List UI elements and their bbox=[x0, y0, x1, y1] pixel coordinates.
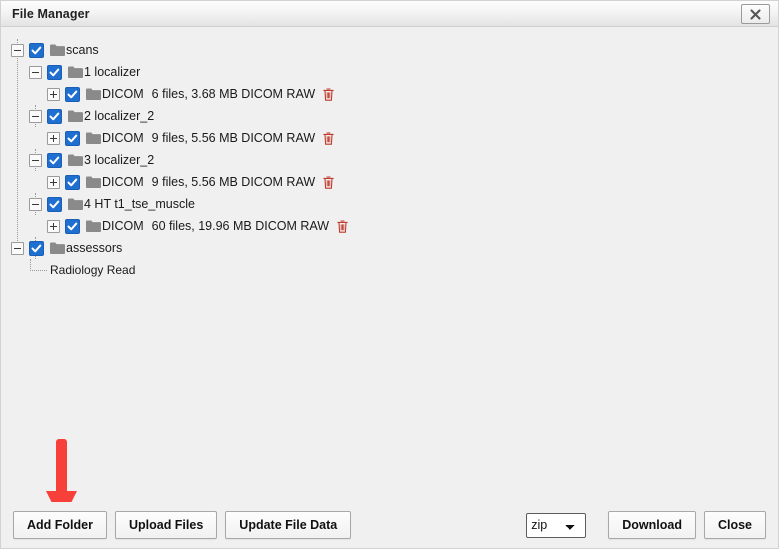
expander-collapse-icon[interactable] bbox=[29, 197, 42, 211]
expander-collapse-icon[interactable] bbox=[29, 65, 42, 79]
tree-row[interactable]: DICOM 60 files, 19.96 MB DICOM RAW bbox=[1, 215, 778, 237]
add-folder-button[interactable]: Add Folder bbox=[13, 510, 107, 540]
tree-row[interactable]: DICOM 9 files, 5.56 MB DICOM RAW bbox=[1, 171, 778, 193]
delete-icon[interactable] bbox=[323, 87, 334, 101]
footer-toolbar: Add Folder Upload Files Update File Data… bbox=[1, 502, 778, 548]
row-checkbox[interactable] bbox=[47, 64, 62, 80]
folder-icon bbox=[50, 44, 65, 56]
window-title: File Manager bbox=[12, 6, 90, 21]
tree-row[interactable]: DICOM 6 files, 3.68 MB DICOM RAW bbox=[1, 83, 778, 105]
row-checkbox[interactable] bbox=[65, 130, 80, 146]
folder-icon bbox=[68, 66, 83, 78]
folder-icon bbox=[68, 110, 83, 122]
tree-row-meta: 6 files, 3.68 MB DICOM RAW bbox=[151, 87, 316, 101]
folder-icon bbox=[68, 154, 83, 166]
tree-row-label: 2 localizer_2 bbox=[84, 109, 155, 123]
folder-icon bbox=[50, 242, 65, 254]
tree-row-label: scans bbox=[66, 43, 99, 57]
download-button[interactable]: Download bbox=[608, 510, 696, 540]
tree-leaf-label: Radiology Read bbox=[50, 263, 136, 277]
tree-row-label: DICOM bbox=[102, 175, 144, 189]
tree-row[interactable]: assessors bbox=[1, 237, 778, 259]
file-tree: scans 1 localizer DICOM 6 files, 3.68 MB… bbox=[1, 39, 778, 281]
expander-collapse-icon[interactable] bbox=[29, 109, 42, 123]
folder-icon bbox=[86, 88, 101, 100]
tree-row[interactable]: 2 localizer_2 bbox=[1, 105, 778, 127]
close-button[interactable]: Close bbox=[703, 510, 766, 540]
tree-row-label: 1 localizer bbox=[84, 65, 141, 79]
row-checkbox[interactable] bbox=[47, 196, 62, 212]
expander-expand-icon[interactable] bbox=[47, 175, 60, 189]
row-checkbox[interactable] bbox=[65, 174, 80, 190]
tree-row[interactable]: 4 HT t1_tse_muscle bbox=[1, 193, 778, 215]
expander-collapse-icon[interactable] bbox=[11, 43, 24, 57]
window-close-button[interactable] bbox=[741, 4, 770, 24]
tree-leaf-connector bbox=[30, 259, 47, 271]
delete-icon[interactable] bbox=[337, 219, 348, 233]
update-file-data-button[interactable]: Update File Data bbox=[225, 510, 352, 540]
archive-format-select[interactable]: zip bbox=[526, 512, 587, 538]
expander-collapse-icon[interactable] bbox=[11, 241, 24, 255]
tree-row-label: DICOM bbox=[102, 219, 144, 233]
folder-icon bbox=[68, 198, 83, 210]
tree-row[interactable]: 1 localizer bbox=[1, 61, 778, 83]
folder-icon bbox=[86, 176, 101, 188]
expander-expand-icon[interactable] bbox=[47, 219, 60, 233]
expander-expand-icon[interactable] bbox=[47, 131, 60, 145]
tree-row-meta: 9 files, 5.56 MB DICOM RAW bbox=[151, 175, 316, 189]
tree-row[interactable]: scans bbox=[1, 39, 778, 61]
row-checkbox[interactable] bbox=[47, 152, 62, 168]
folder-icon bbox=[86, 220, 101, 232]
row-checkbox[interactable] bbox=[29, 42, 44, 58]
tree-row-meta: 60 files, 19.96 MB DICOM RAW bbox=[151, 219, 330, 233]
tree-row-label: 3 localizer_2 bbox=[84, 153, 155, 167]
tree-row-label: 4 HT t1_tse_muscle bbox=[84, 197, 195, 211]
expander-expand-icon[interactable] bbox=[47, 87, 60, 101]
delete-icon[interactable] bbox=[323, 131, 334, 145]
close-x-icon bbox=[750, 8, 761, 20]
tree-row[interactable]: DICOM 9 files, 5.56 MB DICOM RAW bbox=[1, 127, 778, 149]
tree-row-label: DICOM bbox=[102, 87, 144, 101]
file-manager-window: File Manager scans 1 localizer DICOM 6 f… bbox=[0, 0, 779, 549]
row-checkbox[interactable] bbox=[47, 108, 62, 124]
upload-files-button[interactable]: Upload Files bbox=[114, 510, 218, 540]
tree-leaf-row[interactable]: Radiology Read bbox=[1, 259, 778, 281]
delete-icon[interactable] bbox=[323, 175, 334, 189]
window-titlebar: File Manager bbox=[1, 1, 778, 27]
expander-collapse-icon[interactable] bbox=[29, 153, 42, 167]
annotation-arrow-icon bbox=[45, 439, 79, 502]
file-tree-panel: scans 1 localizer DICOM 6 files, 3.68 MB… bbox=[1, 27, 778, 502]
folder-icon bbox=[86, 132, 101, 144]
tree-row-meta: 9 files, 5.56 MB DICOM RAW bbox=[151, 131, 316, 145]
tree-row-label: DICOM bbox=[102, 131, 144, 145]
row-checkbox[interactable] bbox=[29, 240, 44, 256]
row-checkbox[interactable] bbox=[65, 86, 80, 102]
row-checkbox[interactable] bbox=[65, 218, 80, 234]
tree-row[interactable]: 3 localizer_2 bbox=[1, 149, 778, 171]
tree-row-label: assessors bbox=[66, 241, 123, 255]
